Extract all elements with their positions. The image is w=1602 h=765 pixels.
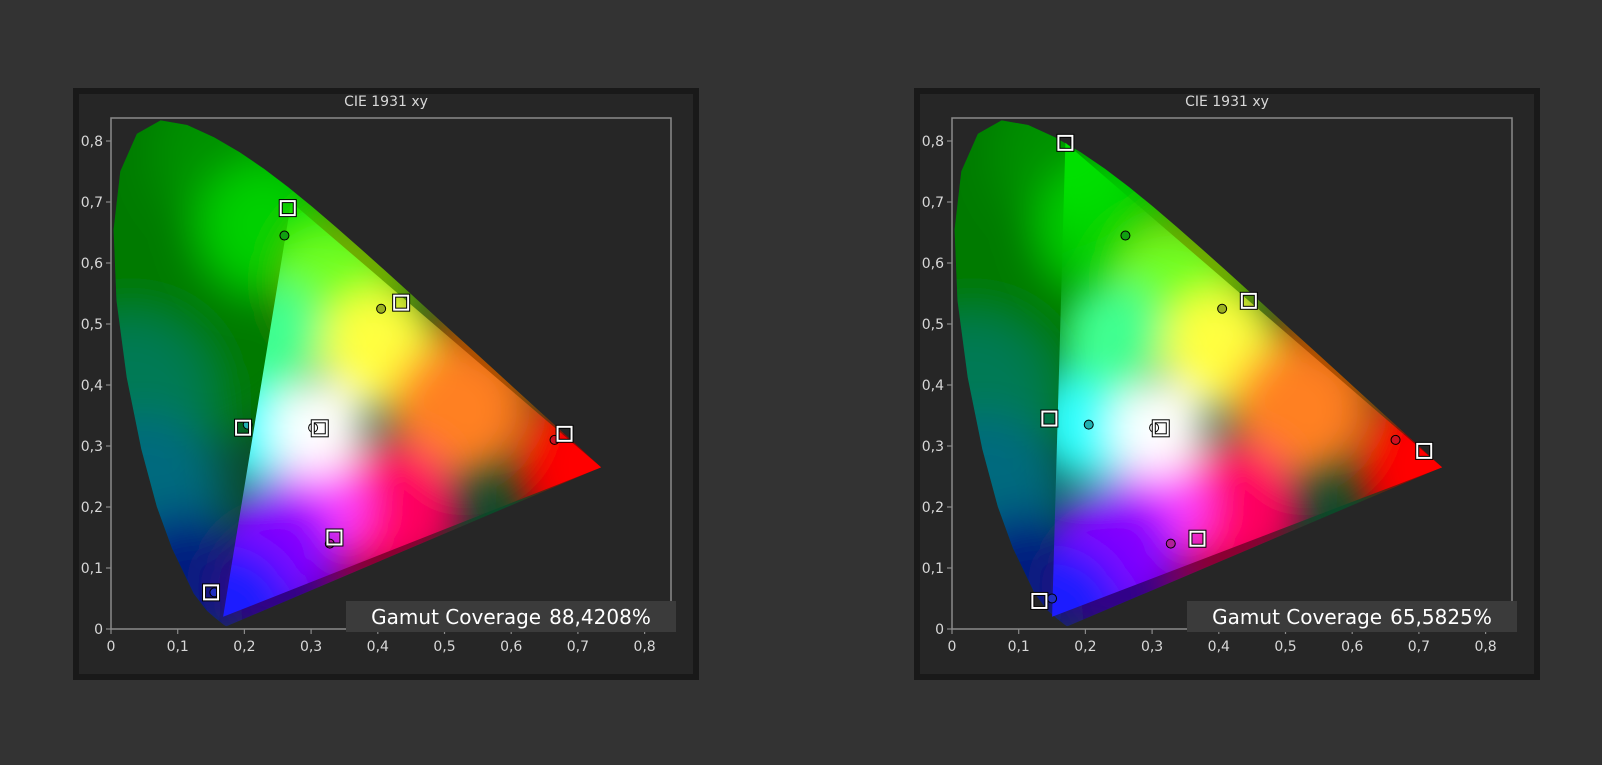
x-tick-label: 0,2 [1074, 639, 1096, 655]
y-tick-label: 0,2 [81, 500, 103, 516]
x-tick-label: 0,5 [433, 639, 455, 655]
y-tick-label: 0,4 [922, 378, 944, 394]
measured-point [376, 303, 387, 314]
measured-point [1165, 538, 1176, 549]
x-tick-label: 0,3 [300, 639, 322, 655]
measured-point [1217, 303, 1228, 314]
x-tick-label: 0,1 [167, 639, 189, 655]
gamut-coverage-value: 65,5825% [1390, 604, 1492, 629]
y-tick-label: 0,6 [81, 256, 103, 272]
x-tick-label: 0,4 [1208, 639, 1230, 655]
y-tick-label: 0 [94, 622, 103, 638]
y-tick-label: 0,5 [81, 317, 103, 333]
y-tick-label: 0,8 [922, 134, 944, 150]
cie-chart-left: 0 0,1 0,2 0,3 0,4 0,5 0,6 0,7 0,8 0 0,1 0,2 0,3 0,4 0,… [81, 117, 672, 655]
x-tick-label: 0,8 [633, 639, 655, 655]
y-tick-label: 0 [935, 622, 944, 638]
y-tick-label: 0,1 [81, 561, 103, 577]
y-tick-label: 0,6 [922, 256, 944, 272]
measured-point [1390, 434, 1401, 445]
x-tick-label: 0,8 [1474, 639, 1496, 655]
measured-point [1047, 593, 1058, 604]
y-tick-label: 0,4 [81, 378, 103, 394]
x-tick-label: 0,4 [367, 639, 389, 655]
y-tick-label: 0,3 [81, 439, 103, 455]
x-tick-label: 0,6 [1341, 639, 1363, 655]
x-tick-label: 0,6 [500, 639, 522, 655]
gamut-coverage-label: Gamut Coverage [371, 604, 542, 629]
measured-point [1120, 230, 1131, 241]
gamut-coverage-box: Gamut Coverage 65,5825% [1187, 601, 1517, 632]
cie-chart-panel-left: CIE 1931 xy 0 0,1 0,2 0,3 0,4 0,5 0,6 0,7 0,8 0 0,… [73, 88, 699, 680]
x-tick-label: 0,7 [567, 639, 589, 655]
cie-chart-panel-right: CIE 1931 xy 0 0,1 0,2 0,3 0,4 0,5 0,6 0,7 0,8 0 0,… [914, 88, 1540, 680]
measured-point [279, 230, 290, 241]
gamut-coverage-box: Gamut Coverage 88,4208% [346, 601, 676, 632]
x-tick-label: 0 [107, 639, 116, 655]
x-tick-label: 0,5 [1274, 639, 1296, 655]
y-tick-label: 0,1 [922, 561, 944, 577]
x-tick-label: 0,2 [233, 639, 255, 655]
gamut-coverage-label: Gamut Coverage [1212, 604, 1383, 629]
cie-chart-right: 0 0,1 0,2 0,3 0,4 0,5 0,6 0,7 0,8 0 0,1 0,2 0,3 0,4 0,… [922, 117, 1513, 655]
y-tick-label: 0,8 [81, 134, 103, 150]
x-tick-label: 0,1 [1008, 639, 1030, 655]
y-tick-label: 0,7 [922, 195, 944, 211]
x-tick-label: 0,3 [1141, 639, 1163, 655]
y-tick-label: 0,2 [922, 500, 944, 516]
gamut-coverage-value: 88,4208% [549, 604, 651, 629]
x-tick-label: 0,7 [1408, 639, 1430, 655]
y-tick-label: 0,3 [922, 439, 944, 455]
y-tick-label: 0,7 [81, 195, 103, 211]
x-tick-label: 0 [948, 639, 957, 655]
measured-point [1083, 419, 1094, 430]
y-tick-label: 0,5 [922, 317, 944, 333]
